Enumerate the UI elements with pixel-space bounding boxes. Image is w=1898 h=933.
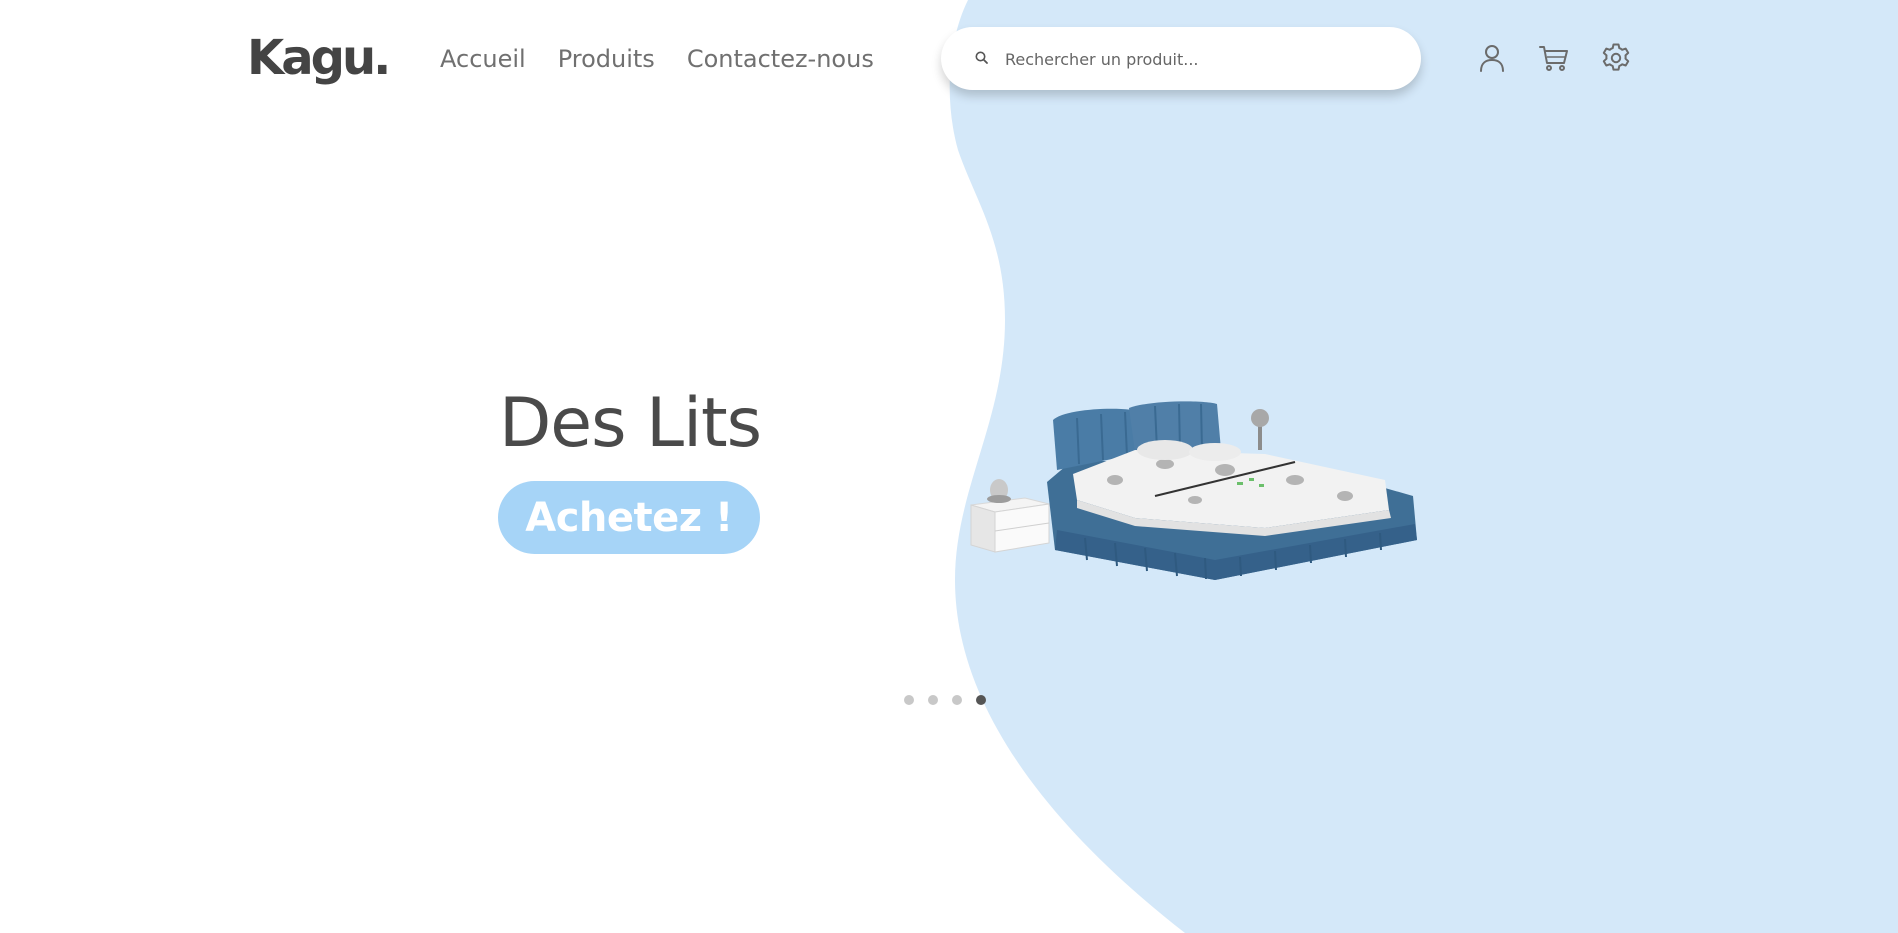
- nav-link-contactez-nous[interactable]: Contactez-nous: [687, 42, 874, 76]
- hero-title: Des Lits: [498, 384, 762, 463]
- carousel-dot-1[interactable]: [904, 695, 914, 705]
- carousel-indicators: [904, 695, 986, 705]
- search-input[interactable]: [1003, 41, 1397, 77]
- nav-link-produits[interactable]: Produits: [558, 42, 655, 76]
- hero-product-image: [970, 401, 1417, 580]
- carousel-dot-3[interactable]: [952, 695, 962, 705]
- hero-cta-button[interactable]: Achetez !: [498, 481, 760, 554]
- page: Kagu. Accueil Produits Contactez-nous Re…: [0, 0, 1898, 933]
- header-actions: [1476, 42, 1632, 74]
- hero-background-shape: [949, 0, 1898, 933]
- carousel-dot-2[interactable]: [928, 695, 938, 705]
- main-nav: Accueil Produits Contactez-nous: [440, 42, 874, 76]
- search-bar: [941, 27, 1421, 90]
- brand-logo[interactable]: Kagu.: [247, 28, 391, 88]
- cart-icon[interactable]: [1538, 42, 1570, 74]
- search-icon[interactable]: [973, 49, 991, 67]
- settings-gear-icon[interactable]: [1600, 42, 1632, 74]
- bed-illustration: [1047, 401, 1417, 580]
- nav-link-accueil[interactable]: Accueil: [440, 42, 526, 76]
- user-icon[interactable]: [1476, 42, 1508, 74]
- carousel-dot-4-active[interactable]: [976, 695, 986, 705]
- nightstand-illustration: [970, 479, 1050, 553]
